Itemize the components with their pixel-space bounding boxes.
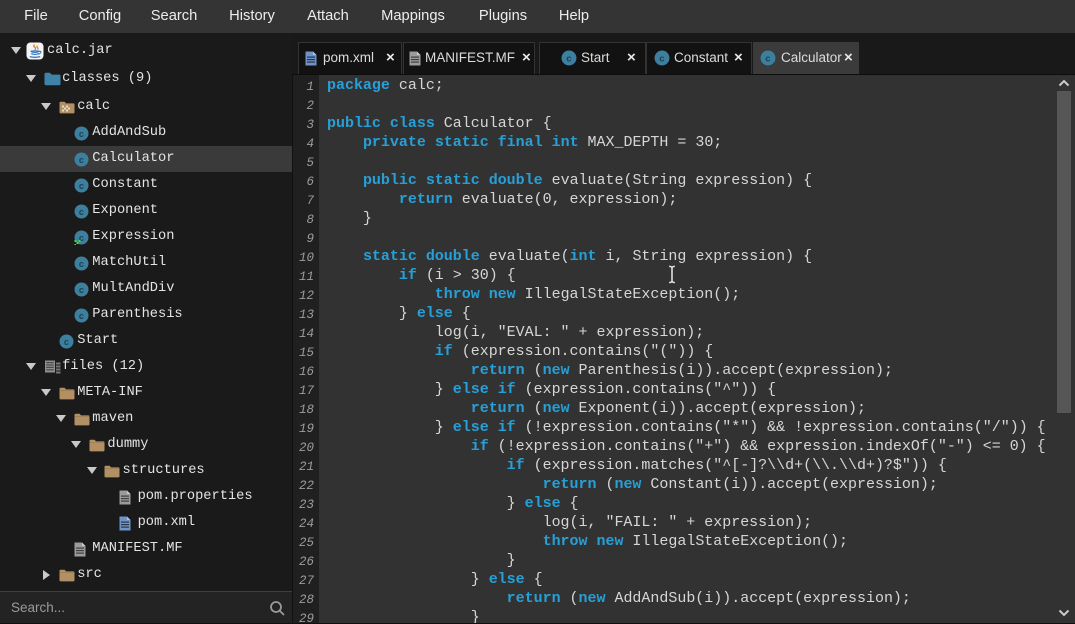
svg-text:c: c <box>79 129 84 139</box>
svg-text:c: c <box>566 54 572 65</box>
svg-text:c: c <box>765 54 771 65</box>
svg-text:c: c <box>79 311 84 321</box>
svg-text:c: c <box>79 207 84 217</box>
svg-text:c: c <box>79 259 84 269</box>
svg-text:c: c <box>79 155 84 165</box>
svg-text:c: c <box>63 337 68 347</box>
svg-text:c: c <box>659 54 665 65</box>
svg-text:c: c <box>79 285 84 295</box>
svg-text:c: c <box>79 233 84 243</box>
svg-text:c: c <box>79 181 84 191</box>
